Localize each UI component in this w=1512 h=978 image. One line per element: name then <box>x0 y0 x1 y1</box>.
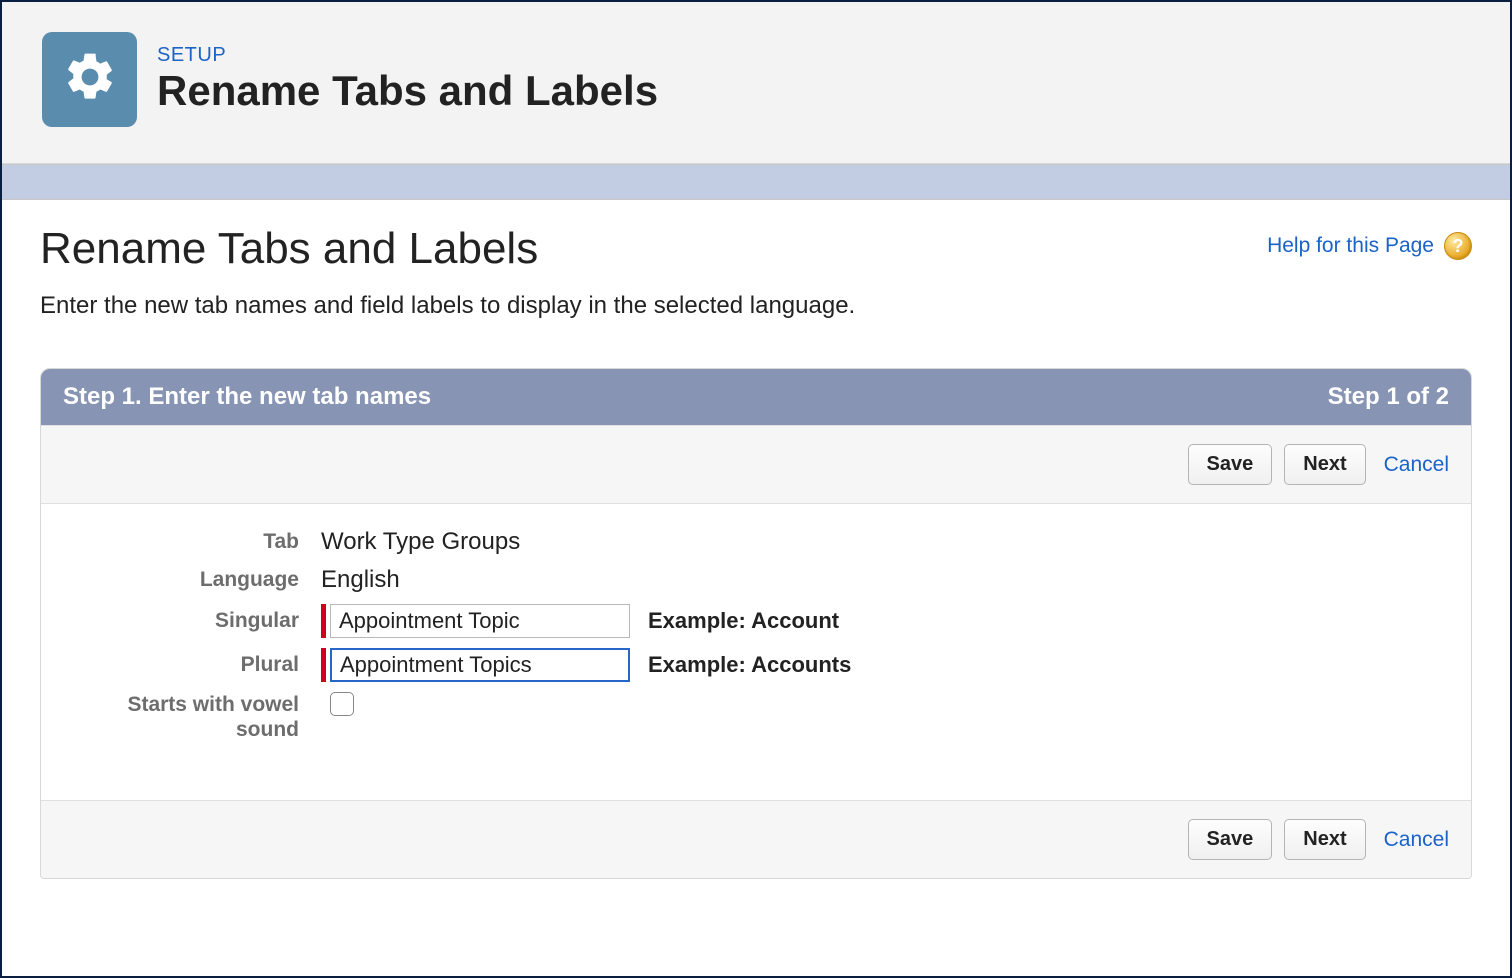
plural-example: Example: Accounts <box>648 652 851 678</box>
help-icon: ? <box>1444 232 1472 260</box>
singular-input[interactable] <box>330 604 630 638</box>
next-button-bottom[interactable]: Next <box>1284 819 1365 860</box>
step-progress: Step 1 of 2 <box>1328 383 1449 411</box>
page-header: SETUP Rename Tabs and Labels <box>2 2 1510 164</box>
save-button-bottom[interactable]: Save <box>1188 819 1273 860</box>
content-header: Rename Tabs and Labels Help for this Pag… <box>40 224 1472 274</box>
page-title: Rename Tabs and Labels <box>157 67 658 115</box>
form-row-tab: Tab Work Type Groups <box>61 528 1451 556</box>
cancel-link[interactable]: Cancel <box>1384 453 1449 477</box>
language-value: English <box>321 566 400 594</box>
help-link[interactable]: Help for this Page ? <box>1267 232 1472 260</box>
form-row-singular: Singular Example: Account <box>61 604 1451 638</box>
step-panel: Step 1. Enter the new tab names Step 1 o… <box>40 368 1472 879</box>
action-bar-top: Save Next Cancel <box>41 425 1471 504</box>
form-area: Tab Work Type Groups Language English Si… <box>41 504 1471 800</box>
cancel-link-bottom[interactable]: Cancel <box>1384 828 1449 852</box>
content-card: Rename Tabs and Labels Help for this Pag… <box>8 200 1504 919</box>
form-row-language: Language English <box>61 566 1451 594</box>
step-header: Step 1. Enter the new tab names Step 1 o… <box>41 369 1471 425</box>
save-button[interactable]: Save <box>1188 444 1273 485</box>
gear-icon <box>62 49 118 110</box>
tab-label: Tab <box>61 529 321 554</box>
action-bar-bottom: Save Next Cancel <box>41 800 1471 878</box>
language-label: Language <box>61 567 321 592</box>
content-title: Rename Tabs and Labels <box>40 224 538 274</box>
help-link-text: Help for this Page <box>1267 234 1434 258</box>
required-indicator <box>321 648 326 682</box>
required-indicator <box>321 604 326 638</box>
next-button[interactable]: Next <box>1284 444 1365 485</box>
tab-value: Work Type Groups <box>321 528 520 556</box>
form-row-vowel: Starts with vowel sound <box>61 692 1451 742</box>
vowel-checkbox[interactable] <box>330 692 354 716</box>
step-title: Step 1. Enter the new tab names <box>63 383 431 411</box>
header-divider-strip <box>2 164 1510 200</box>
plural-input[interactable] <box>330 648 630 682</box>
content-description: Enter the new tab names and field labels… <box>40 292 1472 320</box>
header-text: SETUP Rename Tabs and Labels <box>157 44 658 115</box>
form-row-plural: Plural Example: Accounts <box>61 648 1451 682</box>
gear-icon-box <box>42 32 137 127</box>
plural-label: Plural <box>61 652 321 677</box>
header-eyebrow: SETUP <box>157 44 658 67</box>
vowel-label: Starts with vowel sound <box>61 692 321 742</box>
singular-label: Singular <box>61 608 321 633</box>
singular-example: Example: Account <box>648 608 839 634</box>
